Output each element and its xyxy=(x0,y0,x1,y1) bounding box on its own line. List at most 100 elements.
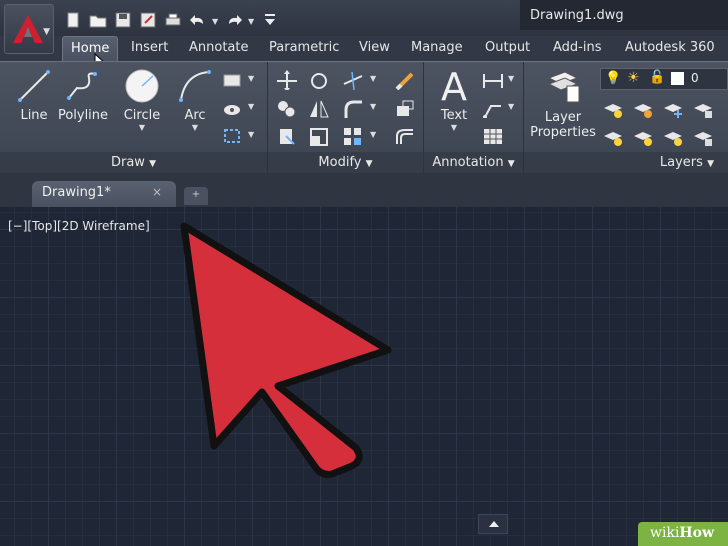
pointer-arrow-icon xyxy=(180,222,392,478)
tab-autodesk-360[interactable]: Autodesk 360 xyxy=(625,40,715,55)
chevron-down-icon[interactable]: ▼ xyxy=(248,130,254,139)
document-title: Drawing1.dwg xyxy=(520,0,728,30)
tab-add-ins[interactable]: Add-ins xyxy=(553,40,601,55)
modify-panel: ▼ ▼ ▼ Modify ▼ xyxy=(268,62,424,174)
rectangle-icon[interactable] xyxy=(222,70,244,90)
autocad-a-logo-icon xyxy=(13,15,43,43)
chevron-down-icon[interactable]: ▼ xyxy=(370,74,376,83)
tab-insert[interactable]: Insert xyxy=(131,40,168,55)
layer-unlock-icon[interactable] xyxy=(692,126,714,146)
tab-output[interactable]: Output xyxy=(485,40,530,55)
fillet-icon[interactable] xyxy=(342,98,364,118)
circle-tool[interactable]: Circle ▼ xyxy=(120,68,164,132)
text-a-icon: A xyxy=(441,65,467,109)
ribbon-tab-bar: Home Insert Annotate Parametric View Man… xyxy=(0,36,728,61)
tab-view[interactable]: View xyxy=(359,40,390,55)
chevron-down-icon[interactable]: ▼ xyxy=(248,74,254,83)
layer-freeze-icon[interactable] xyxy=(662,98,684,118)
chevron-down-icon[interactable]: ▼ xyxy=(432,123,476,132)
leader-icon[interactable] xyxy=(482,98,504,118)
annotation-panel: A Text ▼ ▼ ▼ Annotation ▼ xyxy=(424,62,524,174)
document-tab-bar: Drawing1* × + xyxy=(0,173,728,207)
chevron-down-icon: ▼ xyxy=(365,159,373,169)
line-tool[interactable]: Line xyxy=(14,68,54,123)
boundary-icon[interactable] xyxy=(222,126,244,146)
chevron-down-icon: ▼ xyxy=(149,159,157,169)
save-icon[interactable] xyxy=(112,10,134,30)
chevron-down-icon: ▼ xyxy=(707,159,714,169)
text-tool[interactable]: A Text ▼ xyxy=(432,66,476,132)
close-icon[interactable]: × xyxy=(152,185,162,199)
chevron-down-icon[interactable]: ▼ xyxy=(174,123,216,132)
offset-icon[interactable] xyxy=(394,126,416,146)
tab-manage[interactable]: Manage xyxy=(411,40,463,55)
save-as-icon[interactable] xyxy=(137,10,159,30)
expand-up-button[interactable] xyxy=(478,514,508,534)
line-icon xyxy=(18,70,50,102)
chevron-down-icon[interactable]: ▼ xyxy=(370,130,376,139)
arc-icon xyxy=(179,70,211,102)
chevron-down-icon: ▼ xyxy=(507,159,515,169)
annotation-panel-title[interactable]: Annotation ▼ xyxy=(424,152,523,174)
copy-icon[interactable] xyxy=(276,98,298,118)
redo-icon[interactable] xyxy=(223,10,245,30)
layer-properties-icon xyxy=(547,71,580,103)
dimension-icon[interactable] xyxy=(482,70,504,90)
move-icon[interactable] xyxy=(276,70,298,90)
layer-match-icon[interactable] xyxy=(602,126,624,146)
layer-isolate-icon[interactable] xyxy=(632,98,654,118)
customize-icon[interactable] xyxy=(259,10,281,30)
tab-home[interactable]: Home xyxy=(62,36,119,61)
arc-tool[interactable]: Arc ▼ xyxy=(174,68,216,132)
wikihow-watermark: wikiHow xyxy=(638,522,728,546)
undo-icon[interactable] xyxy=(187,10,209,30)
layer-off-icon[interactable] xyxy=(602,98,624,118)
chevron-down-icon[interactable]: ▼ xyxy=(120,123,164,132)
table-icon[interactable] xyxy=(482,126,504,146)
chevron-down-icon: ▼ xyxy=(43,27,50,37)
layer-dropdown[interactable]: 💡 ☀ 🔓 0 xyxy=(600,68,728,90)
trim-icon[interactable] xyxy=(342,70,364,90)
open-icon[interactable] xyxy=(87,10,109,30)
array-icon[interactable] xyxy=(342,126,364,146)
chevron-down-icon[interactable]: ▼ xyxy=(370,102,376,111)
chevron-down-icon[interactable]: ▼ xyxy=(248,102,254,111)
viewport-controls-label[interactable]: [−][Top][2D Wireframe] xyxy=(8,219,150,233)
chevron-down-icon[interactable]: ▼ xyxy=(508,102,514,111)
tab-parametric[interactable]: Parametric xyxy=(269,40,339,55)
draw-panel: Line Polyline Circle ▼ Arc ▼ ▼ ▼ ▼ Draw … xyxy=(0,62,268,174)
quick-access-toolbar: ▼ ▼ xyxy=(62,10,281,32)
erase-icon[interactable] xyxy=(394,70,416,90)
polyline-tool[interactable]: Polyline xyxy=(56,68,110,123)
modify-panel-title[interactable]: Modify ▼ xyxy=(268,152,423,174)
layer-properties-tool[interactable]: Layer Properties xyxy=(528,68,598,140)
document-tab-drawing1[interactable]: Drawing1* × xyxy=(32,181,176,207)
ribbon: Line Polyline Circle ▼ Arc ▼ ▼ ▼ ▼ Draw … xyxy=(0,61,728,174)
draw-panel-title[interactable]: Draw ▼ xyxy=(0,152,267,174)
explode-icon[interactable] xyxy=(394,98,416,118)
chevron-down-icon[interactable]: ▼ xyxy=(248,10,256,32)
layer-previous-icon[interactable] xyxy=(632,126,654,146)
new-tab-button[interactable]: + xyxy=(184,187,208,205)
layers-panel-title[interactable]: Layers ▼ xyxy=(524,152,728,174)
lightbulb-icon: 💡 xyxy=(605,71,622,86)
stretch-icon[interactable] xyxy=(276,126,298,146)
layer-thaw-icon[interactable] xyxy=(662,126,684,146)
hatch-icon[interactable] xyxy=(222,98,244,118)
rotate-icon[interactable] xyxy=(308,70,330,90)
mirror-icon[interactable] xyxy=(308,98,330,118)
scale-icon[interactable] xyxy=(308,126,330,146)
circle-icon xyxy=(125,69,159,103)
chevron-down-icon[interactable]: ▼ xyxy=(212,10,220,32)
color-swatch-icon xyxy=(671,72,684,85)
polyline-icon xyxy=(67,72,97,100)
layer-lock-icon[interactable] xyxy=(692,98,714,118)
sun-icon: ☀ xyxy=(627,70,640,86)
chevron-down-icon[interactable]: ▼ xyxy=(508,74,514,83)
new-icon[interactable] xyxy=(62,10,84,30)
layers-panel: Layer Properties 💡 ☀ 🔓 0 Layers ▼ xyxy=(524,62,728,174)
application-menu-button[interactable]: ▼ xyxy=(4,4,54,54)
print-icon[interactable] xyxy=(162,10,184,30)
lock-icon: 🔓 xyxy=(649,70,666,85)
tab-annotate[interactable]: Annotate xyxy=(189,40,248,55)
